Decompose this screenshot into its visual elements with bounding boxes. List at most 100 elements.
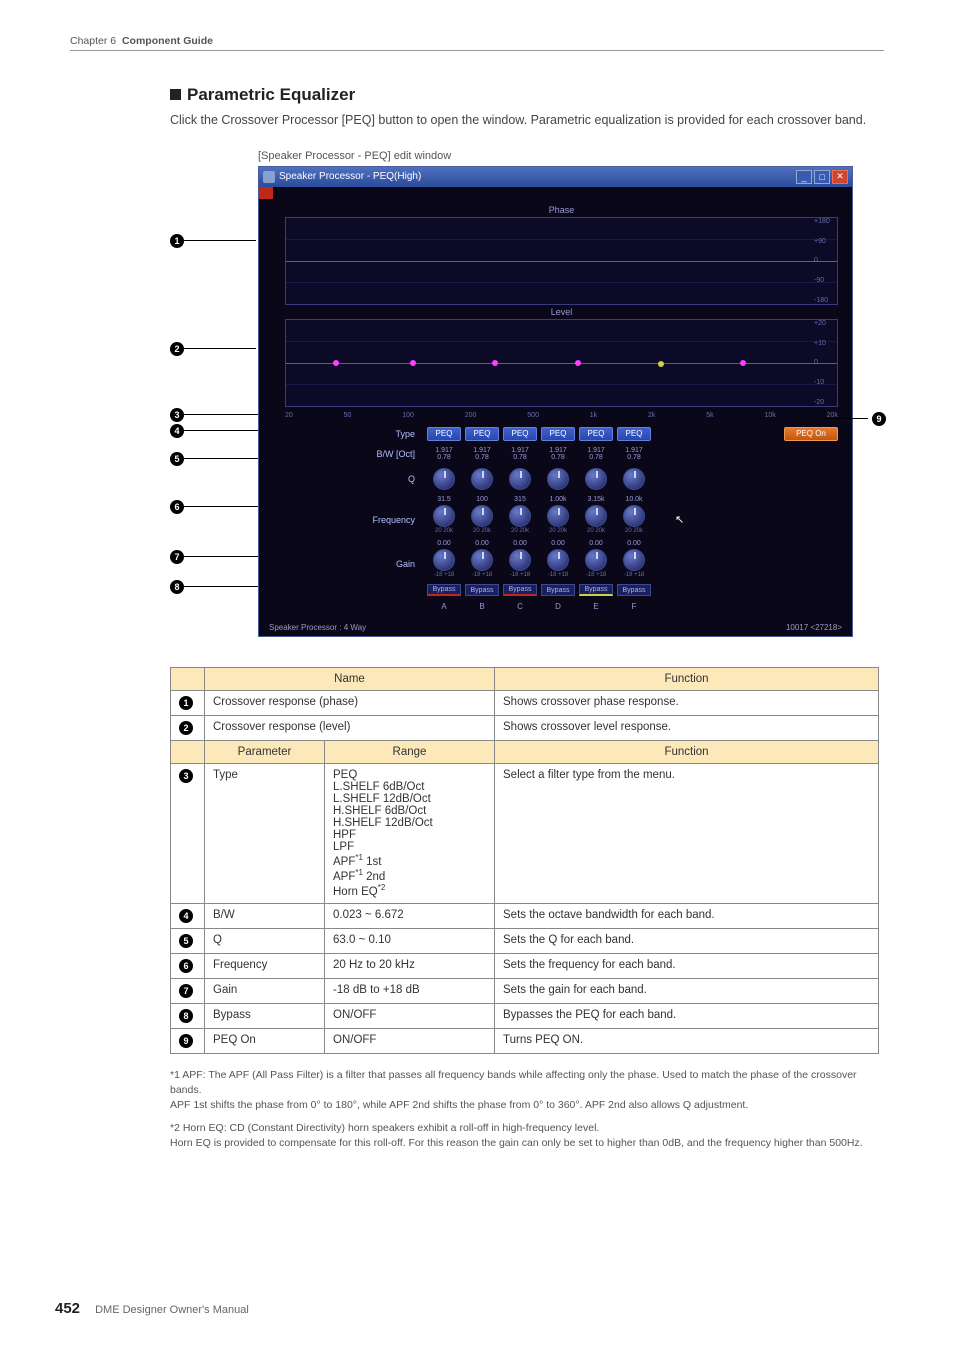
level-graph[interactable] (285, 319, 838, 407)
cell-param: Q (205, 928, 325, 953)
figure-caption: [Speaker Processor - PEQ] edit window (258, 150, 879, 162)
table-row: 2 Crossover response (level) Shows cross… (171, 716, 879, 741)
freq-value[interactable]: 10.0k (617, 496, 651, 503)
q-knob[interactable] (433, 468, 455, 490)
frequency-knob[interactable] (585, 505, 607, 527)
bypass-button[interactable]: Bypass (503, 584, 537, 596)
screenshot-figure: 1 2 3 4 5 6 7 8 Speaker Processor - PEQ(… (170, 166, 879, 637)
q-knob[interactable] (623, 468, 645, 490)
level-yaxis-right: +20+100-10-20 (814, 319, 836, 407)
band-marker[interactable] (333, 360, 339, 366)
frequency-knob[interactable] (471, 505, 493, 527)
cell-fn: Turns PEQ ON. (495, 1028, 879, 1053)
status-right: 10017 <27218> (786, 623, 842, 632)
gain-value[interactable]: 0.00 (427, 540, 461, 547)
freq-value[interactable]: 31.5 (427, 496, 461, 503)
bw-value[interactable]: 1.9170.78 (503, 447, 537, 462)
frequency-row: Frequency 20 20k 20 20k 20 20k 20 20k 20… (273, 505, 838, 534)
q-knob[interactable] (471, 468, 493, 490)
q-knob[interactable] (547, 468, 569, 490)
callout-num: 9 (872, 412, 886, 426)
table-row: 3 Type PEQL.SHELF 6dB/OctL.SHELF 12dB/Oc… (171, 764, 879, 903)
page-footer: 452 DME Designer Owner's Manual (55, 1300, 249, 1317)
band-marker[interactable] (410, 360, 416, 366)
band-marker[interactable] (492, 360, 498, 366)
th-range: Range (325, 741, 495, 764)
graph-phase-label: Phase (285, 205, 838, 215)
type-select[interactable]: PEQ (617, 427, 651, 441)
cell-fn: Bypasses the PEQ for each band. (495, 1003, 879, 1028)
type-select[interactable]: PEQ (465, 427, 499, 441)
table-row: 9 PEQ On ON/OFF Turns PEQ ON. (171, 1028, 879, 1053)
bypass-button[interactable]: Bypass (617, 584, 651, 596)
page-header: Chapter 6 Component Guide (70, 35, 213, 47)
row-marker: 3 (179, 769, 193, 783)
gain-value[interactable]: 0.00 (465, 540, 499, 547)
row-marker: 7 (179, 984, 193, 998)
callout-num: 6 (170, 500, 184, 514)
q-row: Q (273, 468, 838, 490)
gain-value[interactable]: 0.00 (579, 540, 613, 547)
bw-value[interactable]: 1.9170.78 (617, 447, 651, 462)
frequency-knob[interactable] (547, 505, 569, 527)
q-knob[interactable] (509, 468, 531, 490)
frequency-knob[interactable] (509, 505, 531, 527)
row-marker: 5 (179, 934, 193, 948)
band-marker[interactable] (740, 360, 746, 366)
bypass-button[interactable]: Bypass (427, 584, 461, 596)
bypass-button[interactable]: Bypass (579, 584, 613, 596)
type-select[interactable]: PEQ (427, 427, 461, 441)
window-titlebar[interactable]: Speaker Processor - PEQ(High) _ □ ✕ (259, 167, 852, 187)
callout-num: 2 (170, 342, 184, 356)
freq-value[interactable]: 315 (503, 496, 537, 503)
table-row: 8 Bypass ON/OFF Bypasses the PEQ for eac… (171, 1003, 879, 1028)
bw-value[interactable]: 1.9170.78 (541, 447, 575, 462)
gain-knob[interactable] (509, 549, 531, 571)
gain-knob[interactable] (433, 549, 455, 571)
table-row: 6 Frequency 20 Hz to 20 kHz Sets the fre… (171, 953, 879, 978)
freq-value[interactable]: 100 (465, 496, 499, 503)
type-select[interactable]: PEQ (541, 427, 575, 441)
freq-value[interactable]: 3.15k (579, 496, 613, 503)
callout-num: 8 (170, 580, 184, 594)
bypass-button[interactable]: Bypass (541, 584, 575, 596)
phase-graph[interactable] (285, 217, 838, 305)
type-select[interactable]: PEQ (503, 427, 537, 441)
band-marker[interactable] (575, 360, 581, 366)
row-marker: 1 (179, 696, 193, 710)
bypass-button[interactable]: Bypass (465, 584, 499, 596)
band-label: D (541, 602, 575, 611)
window-app-icon (263, 171, 275, 183)
bw-value[interactable]: 1.9170.78 (579, 447, 613, 462)
gain-knob[interactable] (585, 549, 607, 571)
band-marker[interactable] (658, 361, 664, 367)
section-heading: Parametric Equalizer (170, 85, 879, 105)
freq-value[interactable]: 1.00k (541, 496, 575, 503)
close-button[interactable]: ✕ (832, 170, 848, 184)
frequency-knob[interactable] (623, 505, 645, 527)
band-label: F (617, 602, 651, 611)
band-label-row: A B C D E F (273, 602, 838, 611)
q-knob[interactable] (585, 468, 607, 490)
bw-value[interactable]: 1.9170.78 (427, 447, 461, 462)
gain-value[interactable]: 0.00 (541, 540, 575, 547)
band-label: B (465, 602, 499, 611)
minimize-button[interactable]: _ (796, 170, 812, 184)
gain-knob[interactable] (471, 549, 493, 571)
cell-param: Bypass (205, 1003, 325, 1028)
frequency-knob[interactable] (433, 505, 455, 527)
snapshot-tab[interactable] (259, 187, 273, 199)
gain-value[interactable]: 0.00 (503, 540, 537, 547)
gain-knob[interactable] (623, 549, 645, 571)
row-marker: 4 (179, 909, 193, 923)
row-label-q: Q (273, 474, 423, 484)
gain-knob[interactable] (547, 549, 569, 571)
gain-value[interactable]: 0.00 (617, 540, 651, 547)
cell-range: 0.023 ~ 6.672 (325, 903, 495, 928)
bw-value[interactable]: 1.9170.78 (465, 447, 499, 462)
type-select[interactable]: PEQ (579, 427, 613, 441)
maximize-button[interactable]: □ (814, 170, 830, 184)
peq-on-button[interactable]: PEQ On (784, 427, 838, 441)
graph-level-label: Level (285, 307, 838, 317)
callout-num: 3 (170, 408, 184, 422)
